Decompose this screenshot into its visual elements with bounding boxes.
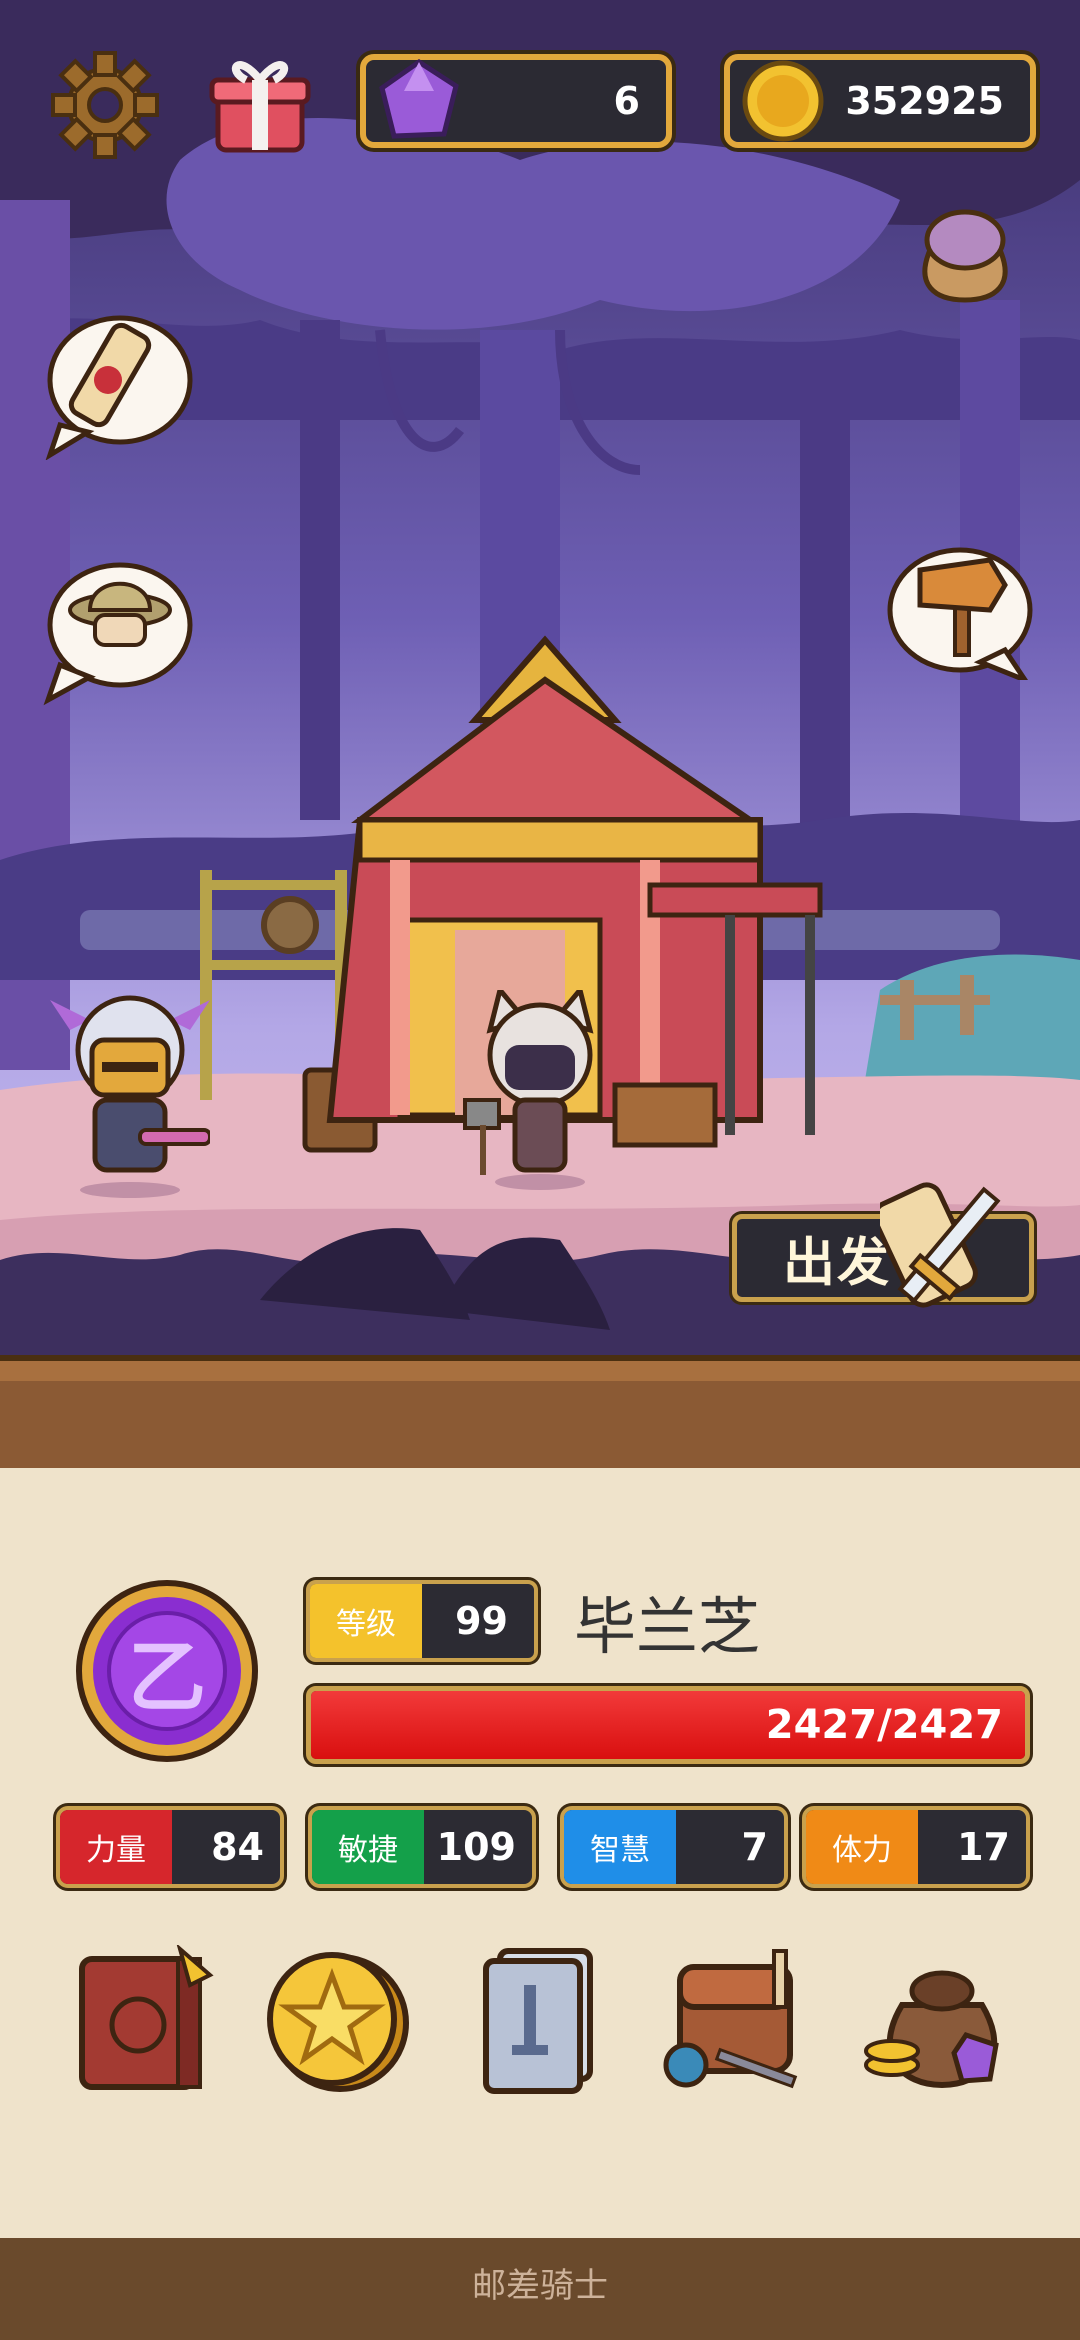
depart-label: 出发 bbox=[783, 1233, 892, 1294]
stat-agility-label: 敏捷 bbox=[312, 1810, 424, 1884]
settings-gear-icon[interactable] bbox=[50, 50, 160, 160]
hp-text: 2427/2427 bbox=[765, 1702, 1003, 1748]
level-value: 99 bbox=[455, 1599, 508, 1643]
stat-wisdom-value: 7 bbox=[741, 1825, 768, 1869]
stat-strength-value: 84 bbox=[211, 1825, 264, 1869]
star-coin-icon[interactable] bbox=[262, 1945, 412, 2095]
gem-count: 6 bbox=[613, 79, 640, 123]
stat-stamina: 体力 17 bbox=[802, 1806, 1030, 1888]
gift-box-icon[interactable] bbox=[208, 52, 312, 156]
backpack-icon[interactable] bbox=[656, 1945, 806, 2095]
stat-strength: 力量 84 bbox=[56, 1806, 284, 1888]
gem-counter[interactable]: 6 bbox=[360, 54, 672, 148]
stat-strength-label: 力量 bbox=[60, 1810, 172, 1884]
stat-agility-value: 109 bbox=[436, 1825, 516, 1869]
purple-gem-icon bbox=[379, 58, 459, 139]
stat-agility: 敏捷 109 bbox=[308, 1806, 536, 1888]
hp-bar: 2427/2427 bbox=[306, 1686, 1030, 1764]
sword-scroll-icon bbox=[880, 1182, 1001, 1308]
stat-wisdom: 智慧 7 bbox=[560, 1806, 788, 1888]
treasure-sack-icon[interactable] bbox=[905, 195, 1025, 305]
game-scene: 6 352925 出发 bbox=[0, 0, 1080, 1370]
stat-stamina-value: 17 bbox=[957, 1825, 1010, 1869]
hero-name: 毕兰芝 bbox=[574, 1590, 761, 1663]
card-deck-icon[interactable] bbox=[466, 1945, 616, 2095]
signpost-bubble-icon[interactable] bbox=[880, 540, 1040, 680]
stat-wisdom-label: 智慧 bbox=[564, 1810, 676, 1884]
gold-coin-icon bbox=[742, 60, 824, 142]
quest-scroll-bubble-icon[interactable] bbox=[40, 300, 200, 460]
level-badge: 等级 99 bbox=[306, 1580, 538, 1662]
knight-character[interactable] bbox=[50, 990, 210, 1200]
level-label: 等级 bbox=[310, 1584, 422, 1658]
cat-ninja-character[interactable] bbox=[460, 990, 610, 1190]
journal-book-icon[interactable] bbox=[70, 1945, 220, 2095]
coin-count: 352925 bbox=[845, 79, 1004, 123]
coin-counter[interactable]: 352925 bbox=[724, 54, 1036, 148]
treasure-bag-icon[interactable] bbox=[862, 1945, 1012, 2095]
footer-title: 邮差骑士 bbox=[472, 2266, 608, 2306]
hero-emblem-glyph: 乙 bbox=[127, 1633, 206, 1723]
footer-bar: 邮差骑士 bbox=[0, 2220, 1080, 2340]
stat-stamina-label: 体力 bbox=[806, 1810, 918, 1884]
npc-explorer-bubble-icon[interactable] bbox=[40, 555, 200, 715]
